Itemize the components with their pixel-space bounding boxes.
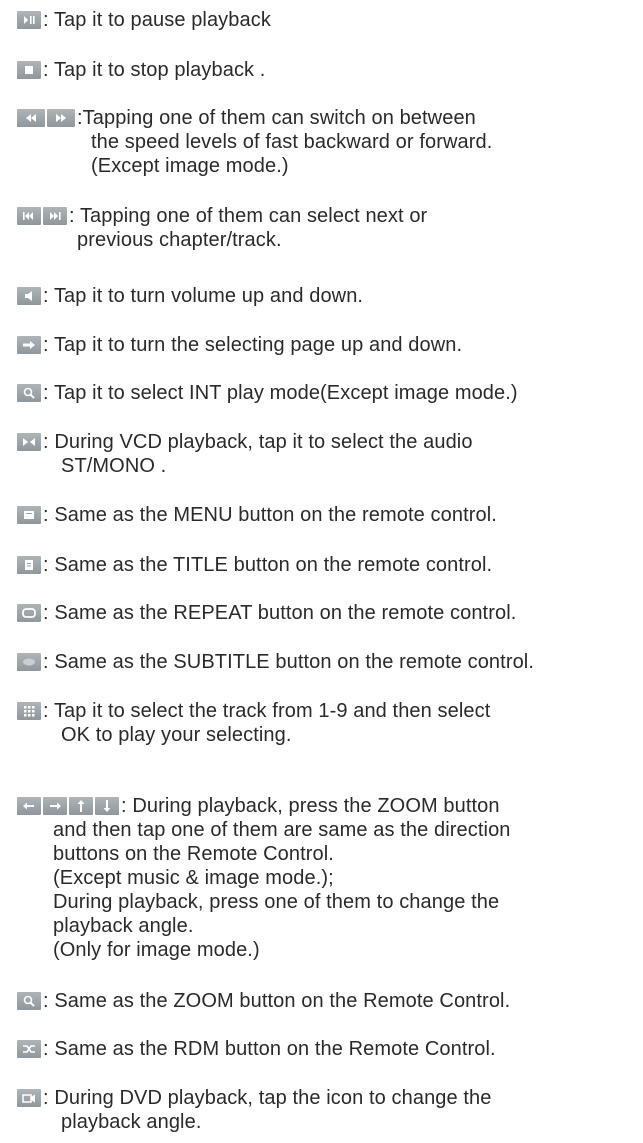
entry-text: : Tap it to select the track from 1-9 an…: [43, 700, 491, 722]
entry-text: : Tap it to turn volume up and down.: [43, 285, 364, 307]
entry-text: (Except music & image mode.);: [53, 867, 334, 889]
title-icon: [17, 556, 41, 574]
entry-text: : Tap it to pause playback: [43, 9, 271, 31]
arrow-up-icon: [69, 797, 93, 815]
menu-icon: [17, 506, 41, 524]
random-icon: [17, 1040, 41, 1058]
entry-text: : During playback, press the ZOOM button: [121, 795, 500, 817]
entry-text: : Same as the TITLE button on the remote…: [43, 554, 493, 576]
entry-text: : Same as the RDM button on the Remote C…: [43, 1038, 496, 1060]
legend-entry-pause: : Tap it to pause playback: [17, 8, 639, 32]
subtitle-icon: [17, 653, 41, 671]
entry-text: : During VCD playback, tap it to select …: [43, 431, 473, 453]
legend-entry-volume: : Tap it to turn volume up and down.: [17, 284, 639, 308]
legend-entry-subtitle: : Same as the SUBTITLE button on the rem…: [17, 650, 639, 674]
stop-icon: [17, 61, 41, 79]
legend-entry-speed: :Tapping one of them can switch on betwe…: [17, 106, 639, 178]
legend-entry-repeat: : Same as the REPEAT button on the remot…: [17, 601, 639, 625]
entry-text: : Tap it to turn the selecting page up a…: [43, 334, 463, 356]
legend-entry-chapter: : Tapping one of them can select next or…: [17, 204, 639, 252]
entry-text: OK to play your selecting.: [61, 724, 292, 746]
rewind-icon: [17, 109, 45, 127]
arrow-left-icon: [17, 797, 41, 815]
zoom-icon: [17, 992, 41, 1010]
legend-entry-page: : Tap it to turn the selecting page up a…: [17, 333, 639, 357]
entry-text: : Tap it to stop playback .: [43, 59, 266, 81]
entry-text: playback angle.: [61, 1111, 202, 1133]
legend-entry-audio: : During VCD playback, tap it to select …: [17, 430, 639, 478]
entry-text: : Tapping one of them can select next or: [69, 205, 428, 227]
pause-icon: [17, 11, 41, 29]
previous-track-icon: [17, 207, 41, 225]
next-track-icon: [43, 207, 67, 225]
entry-text: : Same as the ZOOM button on the Remote …: [43, 990, 511, 1012]
fast-forward-icon: [47, 109, 75, 127]
entry-text: (Except image mode.): [91, 155, 289, 177]
entry-text: During playback, press one of them to ch…: [53, 891, 500, 913]
legend-entry-stop: : Tap it to stop playback .: [17, 58, 639, 82]
entry-text: : Tap it to select INT play mode(Except …: [43, 382, 518, 404]
entry-text: playback angle.: [53, 915, 194, 937]
page-arrow-icon: [17, 336, 41, 354]
entry-text: buttons on the Remote Control.: [53, 843, 334, 865]
audio-icon: [17, 433, 41, 451]
entry-text: the speed levels of fast backward or for…: [91, 131, 493, 153]
legend-entry-title: : Same as the TITLE button on the remote…: [17, 553, 639, 577]
legend-entry-int: : Tap it to select INT play mode(Except …: [17, 381, 639, 405]
arrow-down-icon: [95, 797, 119, 815]
legend-entry-random: : Same as the RDM button on the Remote C…: [17, 1037, 639, 1061]
arrow-right-icon: [43, 797, 67, 815]
entry-text: : Same as the REPEAT button on the remot…: [43, 602, 517, 624]
legend-entry-direction: : During playback, press the ZOOM button…: [17, 794, 639, 962]
int-play-icon: [17, 384, 41, 402]
repeat-icon: [17, 604, 41, 622]
legend-entry-menu: : Same as the MENU button on the remote …: [17, 503, 639, 527]
number-pad-icon: [17, 702, 41, 720]
legend-entry-number-pad: : Tap it to select the track from 1-9 an…: [17, 699, 639, 747]
volume-icon: [17, 287, 41, 305]
entry-text: ST/MONO .: [61, 455, 167, 477]
entry-text: previous chapter/track.: [77, 229, 282, 251]
entry-text: :Tapping one of them can switch on betwe…: [77, 107, 476, 129]
entry-text: : During DVD playback, tap the icon to c…: [43, 1087, 492, 1109]
entry-text: (Only for image mode.): [53, 939, 260, 961]
legend-entry-zoom: : Same as the ZOOM button on the Remote …: [17, 989, 639, 1013]
entry-text: : Same as the SUBTITLE button on the rem…: [43, 651, 535, 673]
entry-text: and then tap one of them are same as the…: [53, 819, 511, 841]
legend-entry-angle: : During DVD playback, tap the icon to c…: [17, 1086, 639, 1134]
entry-text: : Same as the MENU button on the remote …: [43, 504, 497, 526]
angle-icon: [17, 1089, 41, 1107]
